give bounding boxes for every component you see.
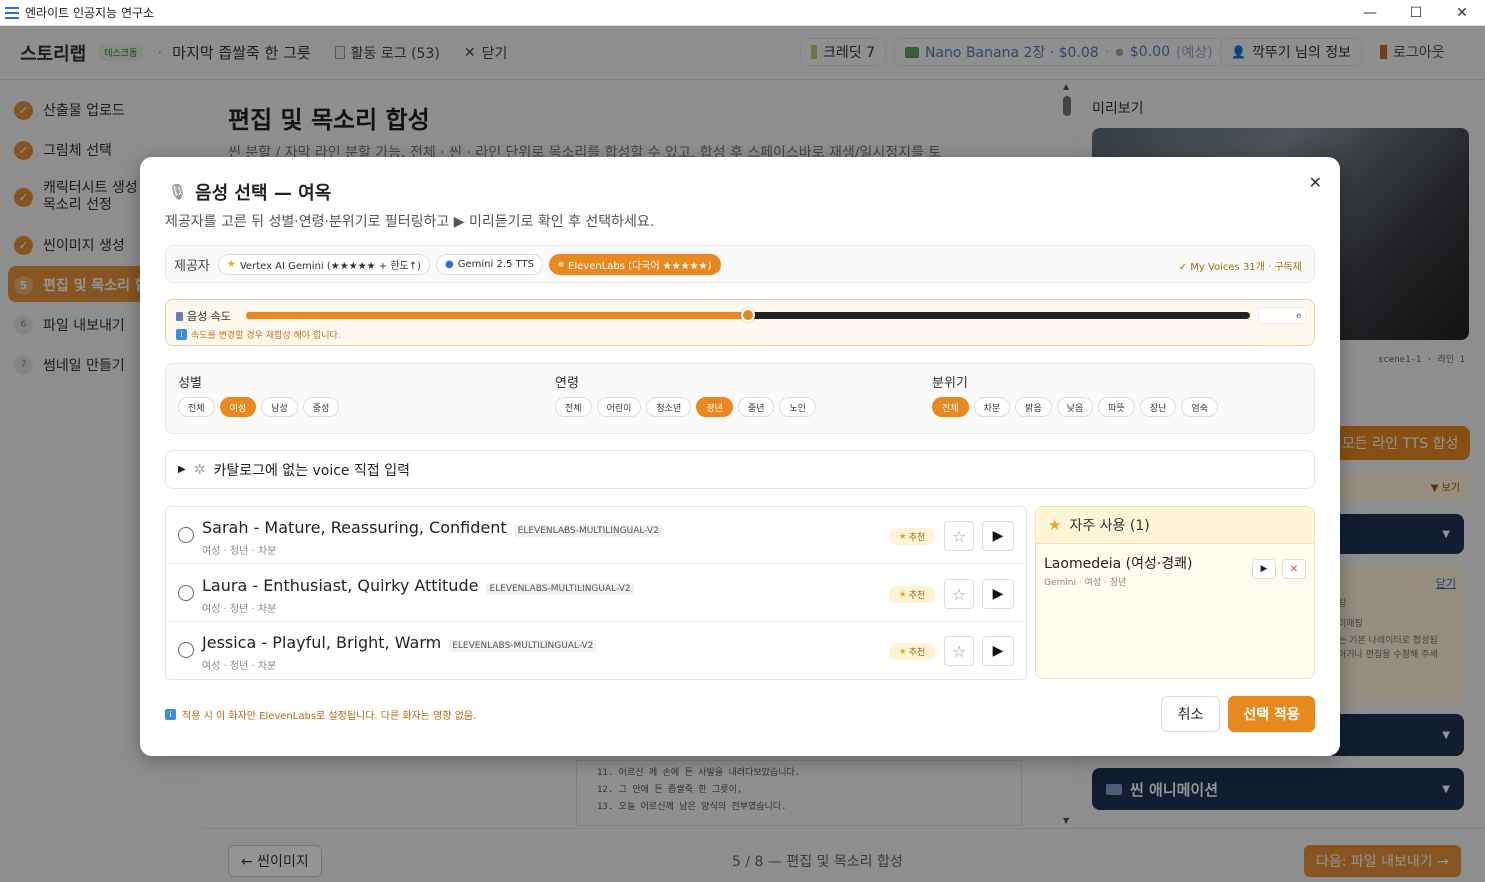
voice-select-modal: 🎙 음성 선택 — 여옥 제공자를 고른 뒤 성별·연령·분위기로 필터링하고 ▶… (140, 157, 1340, 756)
gear-icon: ✲ (193, 461, 206, 478)
filter-chip[interactable]: 장난 (1139, 397, 1177, 417)
favorite-star-button[interactable]: ☆ (944, 579, 974, 609)
filter-chip[interactable]: 밝음 (1015, 397, 1052, 417)
favorite-remove-button[interactable]: ✕ (1282, 559, 1306, 579)
voice-row[interactable]: Jessica - Playful, Bright, Warm ELEVENLAB… (166, 622, 1026, 679)
filter-gender: 성별 전체 여성 남성 중성 (178, 372, 340, 417)
filter-chip[interactable]: 전체 (178, 397, 215, 417)
voice-name: Jessica - Playful, Bright, Warm (202, 633, 442, 652)
window-titlebar: 엔라이트 인공지능 연구소 — ☐ ✕ (0, 0, 1485, 26)
provider-vertex[interactable]: ★ Vertex AI Gemini (★★★★★ + 한도↑) (217, 253, 431, 275)
filter-chip[interactable]: 전체 (932, 397, 969, 417)
voice-row[interactable]: Sarah - Mature, Reassuring, Confident ELE… (166, 507, 1026, 564)
filter-chip[interactable]: 청년 (696, 397, 733, 417)
filter-chip[interactable]: 엄숙 (1181, 397, 1218, 417)
filter-panel: 성별 전체 여성 남성 중성 연령 전체 어린이 청소년 청년 중년 노인 분위기 전체 차분 밝음… (165, 363, 1315, 434)
apply-note: i 적용 시 이 화자만 ElevenLabs로 설정됩니다. 다른 화자는 영향… (165, 707, 476, 722)
star-icon: ★ (898, 531, 907, 542)
dot-icon: ● (557, 260, 565, 268)
recommended-badge: ★ 추천 (889, 643, 935, 660)
info-icon: i (176, 329, 187, 340)
star-icon: ★ (226, 258, 236, 270)
filter-chip[interactable]: 청소년 (646, 397, 692, 417)
voice-radio[interactable] (178, 527, 194, 543)
maximize-button[interactable]: ☐ (1393, 0, 1439, 26)
filter-chip[interactable]: 여성 (219, 397, 257, 417)
favorites-header: ★ 자주 사용 (1) (1036, 507, 1314, 544)
speed-slider[interactable] (246, 308, 1250, 322)
apply-selection-button[interactable]: 선택 적용 (1228, 696, 1315, 732)
filter-chip[interactable]: 차분 (973, 397, 1011, 417)
provider-selector: 제공자 ★ Vertex AI Gemini (★★★★★ + 한도↑) ● Gem… (165, 245, 1315, 283)
voice-radio[interactable] (178, 642, 194, 658)
voice-model: ELEVENLABS-MULTILINGUAL-V2 (449, 640, 597, 652)
window-close-button[interactable]: ✕ (1439, 0, 1485, 26)
play-preview-button[interactable]: ▶ (982, 521, 1014, 551)
cancel-button[interactable]: 취소 (1161, 696, 1220, 732)
voice-meta: 여성 · 청년 · 차분 (202, 546, 277, 557)
voice-radio[interactable] (178, 585, 194, 601)
custom-voice-toggle[interactable]: ▶ ✲ 카탈로그에 없는 voice 직접 입력 (165, 450, 1315, 489)
speed-label: 음성 속도 (176, 308, 231, 324)
star-icon: ★ (1048, 516, 1062, 534)
filter-chip[interactable]: 노인 (779, 397, 816, 417)
filter-chip[interactable]: 남성 (261, 397, 298, 417)
speed-control: 음성 속도 e i 속도를 변경할 경우 재합성 해야 합니다. (165, 299, 1315, 346)
modal-subtitle: 제공자를 고른 뒤 성별·연령·분위기로 필터링하고 ▶ 미리듣기로 확인 후 … (165, 214, 655, 230)
play-preview-button[interactable]: ▶ (982, 579, 1014, 609)
speed-note: i 속도를 변경할 경우 재합성 해야 합니다. (176, 328, 341, 341)
speed-fill (246, 312, 748, 319)
filter-age: 연령 전체 어린이 청소년 청년 중년 노인 (555, 372, 816, 417)
favorite-play-button[interactable]: ▶ (1252, 559, 1276, 579)
microphone-icon: 🎙 (168, 183, 188, 201)
dot-icon: ● (445, 258, 454, 270)
speed-icon (176, 311, 183, 321)
play-preview-button[interactable]: ▶ (982, 636, 1014, 666)
favorite-voice-name[interactable]: Laomedeia (여성·경쾌) (1044, 553, 1193, 573)
filter-chip[interactable]: 중년 (737, 397, 775, 417)
minimize-button[interactable]: — (1347, 0, 1393, 26)
voice-meta: 여성 · 청년 · 차분 (202, 604, 277, 615)
star-icon: ★ (898, 646, 907, 657)
my-voices-info: ✓ My Voices 31개 · 구독제 (1178, 262, 1302, 273)
provider-gemini-tts[interactable]: ● Gemini 2.5 TTS (436, 253, 543, 275)
filter-chip[interactable]: 전체 (555, 397, 592, 417)
app-icon (5, 6, 19, 19)
star-icon: ★ (898, 589, 907, 600)
voice-list: Sarah - Mature, Reassuring, Confident ELE… (165, 506, 1027, 680)
expand-arrow-icon: ▶ (178, 464, 186, 475)
modal-title: 🎙 음성 선택 — 여옥 (168, 183, 332, 204)
favorite-star-button[interactable]: ☆ (944, 636, 974, 666)
filter-chip[interactable]: 어린이 (596, 397, 642, 417)
favorites-panel: ★ 자주 사용 (1) Laomedeia (여성·경쾌) Gemini · 여성… (1035, 506, 1315, 679)
favorite-star-button[interactable]: ☆ (944, 521, 974, 551)
voice-meta: 여성 · 청년 · 차분 (202, 661, 277, 672)
voice-model: ELEVENLABS-MULTILINGUAL-V2 (514, 525, 662, 537)
filter-chip[interactable]: 낮음 (1056, 397, 1094, 417)
filter-mood: 분위기 전체 차분 밝음 낮음 따뜻 장난 엄숙 (932, 372, 1218, 417)
voice-model: ELEVENLABS-MULTILINGUAL-V2 (486, 583, 634, 595)
window-title: 엔라이트 인공지능 연구소 (25, 6, 155, 20)
voice-row[interactable]: Laura - Enthusiast, Quirky Attitude ELEVE… (166, 565, 1026, 622)
speed-knob[interactable] (741, 308, 755, 322)
filter-chip[interactable]: 따뜻 (1098, 397, 1135, 417)
filter-chip[interactable]: 중성 (302, 397, 340, 417)
speed-input[interactable]: e (1258, 307, 1306, 324)
modal-close-button[interactable]: ✕ (1309, 173, 1322, 192)
provider-label: 제공자 (174, 258, 210, 274)
favorite-voice-meta: Gemini · 여성 · 청년 (1044, 578, 1127, 588)
voice-name: Sarah - Mature, Reassuring, Confident (202, 518, 507, 537)
provider-elevenlabs[interactable]: ● ElevenLabs (다국어 ★★★★★) (548, 253, 721, 275)
info-icon: i (165, 709, 176, 720)
voice-name: Laura - Enthusiast, Quirky Attitude (202, 576, 479, 595)
recommended-badge: ★ 추천 (889, 586, 935, 603)
recommended-badge: ★ 추천 (889, 528, 935, 545)
